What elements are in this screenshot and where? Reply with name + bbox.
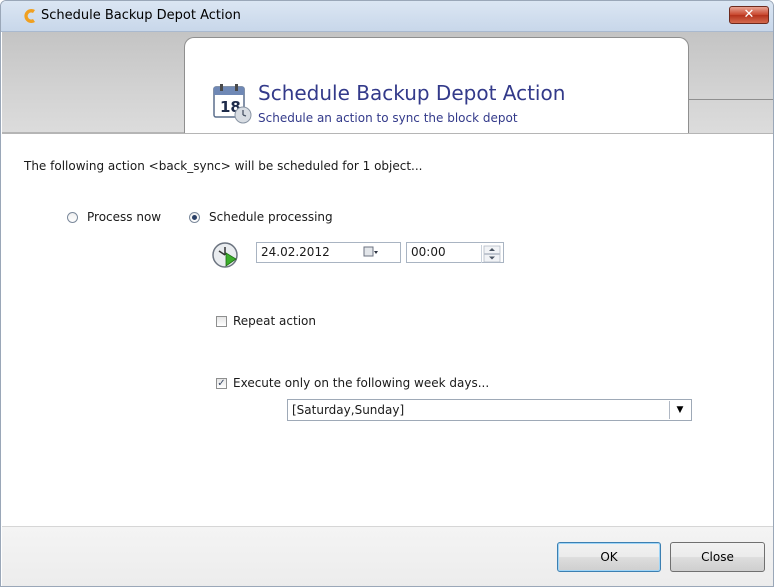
repeat-action-checkbox[interactable] [216,316,227,327]
weekdays-label[interactable]: Execute only on the following week days.… [233,376,489,390]
title-bar[interactable]: Schedule Backup Depot Action ✕ [1,1,773,32]
date-field[interactable]: 24.02.2012 [256,242,401,263]
date-value: 24.02.2012 [261,245,330,259]
header-divider [2,132,184,133]
close-button[interactable]: Close [670,542,765,572]
schedule-processing-label[interactable]: Schedule processing [209,210,333,224]
repeat-action-label[interactable]: Repeat action [233,314,316,328]
scheduled-clock-icon [212,242,238,268]
process-now-label[interactable]: Process now [87,210,161,224]
weekdays-select[interactable]: [Saturday,Sunday] ▼ [287,399,692,421]
header-title: Schedule Backup Depot Action [258,81,566,105]
time-value: 00:00 [411,245,446,259]
ok-button[interactable]: OK [557,542,661,572]
dialog-window: Schedule Backup Depot Action ✕ 18 Schedu… [0,0,774,587]
weekdays-checkbox[interactable]: ✓ [216,378,227,389]
calendar-dropdown-icon[interactable] [363,245,379,259]
time-spinner[interactable] [481,245,502,263]
window-title: Schedule Backup Depot Action [41,8,241,23]
calendar-clock-icon: 18 [213,84,252,124]
info-text: The following action <back_sync> will be… [24,159,423,173]
chevron-down-icon[interactable]: ▼ [669,401,690,419]
process-now-radio[interactable] [67,212,78,223]
weekdays-value: [Saturday,Sunday] [292,403,405,417]
header-tab-line [689,99,773,100]
schedule-processing-radio[interactable] [189,212,200,223]
window-close-button[interactable]: ✕ [729,6,769,24]
app-logo-icon [24,9,35,23]
header-subtitle: Schedule an action to sync the block dep… [258,111,518,125]
